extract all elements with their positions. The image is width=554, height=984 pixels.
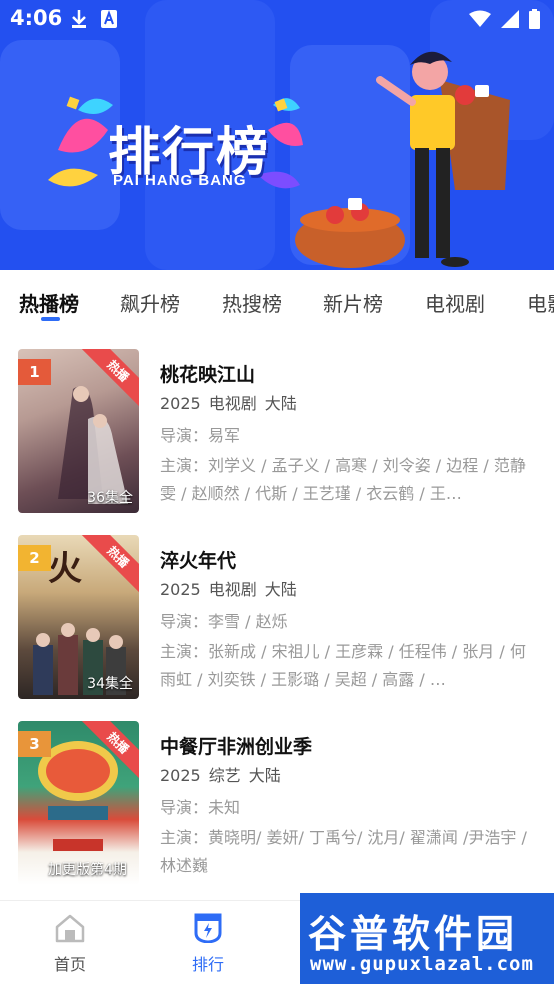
home-icon xyxy=(55,914,85,943)
list-item[interactable]: 1 热播 36集全 桃花映江山 2025 电视剧 大陆 导演：易军 主演：刘学义 /… xyxy=(0,349,554,535)
item-type: 电视剧 xyxy=(208,394,257,413)
item-title: 中餐厅非洲创业季 xyxy=(160,736,313,758)
tab-rising[interactable]: 飙升榜 xyxy=(120,288,180,317)
item-meta: 2025 综艺 大陆 xyxy=(160,762,540,790)
battery-icon xyxy=(529,9,540,29)
tab-active-indicator xyxy=(41,317,60,321)
poster-image: 1 热播 36集全 xyxy=(18,349,139,513)
list-item[interactable]: 3 热播 加更版第4期 中餐厅非洲创业季 2025 综艺 大陆 导演：未知 主演：黄… xyxy=(0,721,554,902)
tab-new-release[interactable]: 新片榜 xyxy=(323,288,383,317)
item-type: 电视剧 xyxy=(208,580,257,599)
watermark-logo: 谷普软件园 www.gupuxlazal.com xyxy=(300,893,554,984)
ranking-banner: 排行榜 PAI HANG BANG 4:06 xyxy=(0,0,554,270)
status-bar: 4:06 xyxy=(0,0,554,38)
item-region: 大陆 xyxy=(264,394,297,413)
watermark-url: www.gupuxlazal.com xyxy=(310,953,534,975)
nav-ranking[interactable]: 排行 xyxy=(168,913,248,975)
item-year: 2025 xyxy=(160,766,201,785)
banner-subtitle: PAI HANG BANG xyxy=(113,172,247,189)
status-notifications xyxy=(70,9,118,29)
poster-image: 3 热播 加更版第4期 xyxy=(18,721,139,885)
item-year: 2025 xyxy=(160,580,201,599)
font-app-icon xyxy=(101,10,117,28)
download-icon xyxy=(72,10,86,28)
item-region: 大陆 xyxy=(248,766,281,785)
wifi-icon xyxy=(469,10,491,27)
item-title: 桃花映江山 xyxy=(160,364,256,386)
status-time: 4:06 xyxy=(10,6,63,30)
status-system-icons xyxy=(469,9,540,29)
episode-label: 34集全 xyxy=(87,676,133,692)
item-year: 2025 xyxy=(160,394,201,413)
list-item[interactable]: 火 2 热播 34集全 淬火年代 2025 电视剧 大陆 导演：李雪 / 赵烁 主演… xyxy=(0,535,554,721)
item-region: 大陆 xyxy=(264,580,297,599)
nav-home-label: 首页 xyxy=(53,955,86,974)
item-director: 导演：李雪 / 赵烁 xyxy=(160,612,288,631)
item-cast: 主演：张新成 / 宋祖儿 / 王彦霖 / 任程伟 / 张月 / 何雨虹 / 刘奕… xyxy=(160,642,526,689)
watermark-text: 谷普软件园 xyxy=(308,912,519,956)
item-director: 导演：易军 xyxy=(160,426,241,445)
item-info: 桃花映江山 2025 电视剧 大陆 导演：易军 主演：刘学义 / 孟子义 / 高寒 … xyxy=(160,360,540,508)
item-info: 中餐厅非洲创业季 2025 综艺 大陆 导演：未知 主演：黄晓明/ 姜妍/ 丁禹兮/… xyxy=(160,732,540,880)
item-cast: 主演：刘学义 / 孟子义 / 高寒 / 刘令姿 / 边程 / 范静雯 / 赵顺然… xyxy=(160,456,526,503)
tab-hot-search[interactable]: 热搜榜 xyxy=(222,288,282,317)
item-info: 淬火年代 2025 电视剧 大陆 导演：李雪 / 赵烁 主演：张新成 / 宋祖儿 /… xyxy=(160,546,540,694)
svg-text:火: 火 xyxy=(48,549,82,589)
item-type: 综艺 xyxy=(208,766,241,785)
item-meta: 2025 电视剧 大陆 xyxy=(160,390,540,418)
rank-badge: 3 xyxy=(18,731,51,757)
item-director: 导演：未知 xyxy=(160,798,241,817)
item-meta: 2025 电视剧 大陆 xyxy=(160,576,540,604)
nav-home[interactable]: 首页 xyxy=(30,913,110,975)
tab-movie[interactable]: 电影 xyxy=(527,288,554,317)
rank-badge: 1 xyxy=(18,359,51,385)
person-illustration xyxy=(295,51,510,268)
signal-icon xyxy=(501,10,519,28)
episode-label: 加更版第4期 xyxy=(48,862,127,878)
poster-image: 火 2 热播 34集全 xyxy=(18,535,139,699)
nav-ranking-label: 排行 xyxy=(191,955,224,974)
tab-tv-series[interactable]: 电视剧 xyxy=(425,288,485,317)
tab-hot-play[interactable]: 热播榜 xyxy=(19,288,79,317)
ranking-tabs: 热播榜 飙升榜 热搜榜 新片榜 电视剧 电影 xyxy=(0,270,554,330)
item-title: 淬火年代 xyxy=(160,550,237,572)
ranking-list: 1 热播 36集全 桃花映江山 2025 电视剧 大陆 导演：易军 主演：刘学义 /… xyxy=(0,330,554,902)
ranking-icon xyxy=(194,913,222,944)
episode-label: 36集全 xyxy=(87,490,133,506)
item-cast: 主演：黄晓明/ 姜妍/ 丁禹兮/ 沈月/ 翟潇闻 /尹浩宇 /林述巍 xyxy=(160,828,527,875)
rank-badge: 2 xyxy=(18,545,51,571)
